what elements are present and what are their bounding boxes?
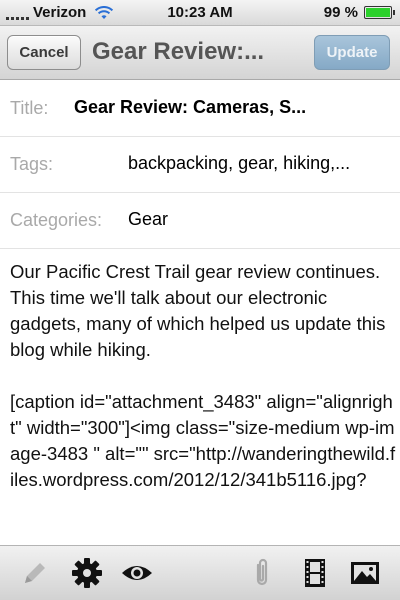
pencil-icon[interactable] — [18, 556, 52, 590]
bottom-toolbar — [0, 545, 400, 600]
tags-field[interactable]: Tags: backpacking, gear, hiking,... — [0, 137, 400, 193]
cancel-button[interactable]: Cancel — [7, 35, 81, 70]
categories-label: Categories: — [10, 210, 103, 230]
gear-icon[interactable] — [70, 556, 104, 590]
tags-label: Tags: — [10, 154, 54, 174]
battery-percent: 99 % — [323, 4, 358, 21]
title-input[interactable]: Gear Review: Cameras, S... — [74, 97, 396, 118]
paperclip-icon[interactable] — [245, 556, 279, 590]
battery-fill — [366, 8, 390, 17]
update-button[interactable]: Update — [314, 35, 390, 70]
film-icon[interactable] — [298, 556, 332, 590]
navigation-bar: Cancel Gear Review:... Update — [0, 26, 400, 80]
title-label: Title: — [10, 98, 49, 118]
image-icon[interactable] — [348, 556, 382, 590]
title-field[interactable]: Title: Gear Review: Cameras, S... — [0, 81, 400, 137]
tags-input[interactable]: backpacking, gear, hiking,... — [128, 153, 394, 174]
battery-icon — [364, 6, 395, 19]
page-title: Gear Review:... — [92, 38, 265, 65]
categories-value[interactable]: Gear — [128, 209, 168, 230]
status-right: 99 % — [323, 4, 395, 21]
eye-icon[interactable] — [120, 556, 154, 590]
body-paragraph: Our Pacific Crest Trail gear review cont… — [10, 261, 386, 360]
categories-field[interactable]: Categories: Gear — [0, 193, 400, 249]
post-body-editor[interactable]: Our Pacific Crest Trail gear review cont… — [10, 259, 396, 545]
body-html-code: [caption id="attachment_3483" align="ali… — [10, 391, 396, 490]
status-bar: Verizon 10:23 AM 99 % — [0, 0, 400, 26]
